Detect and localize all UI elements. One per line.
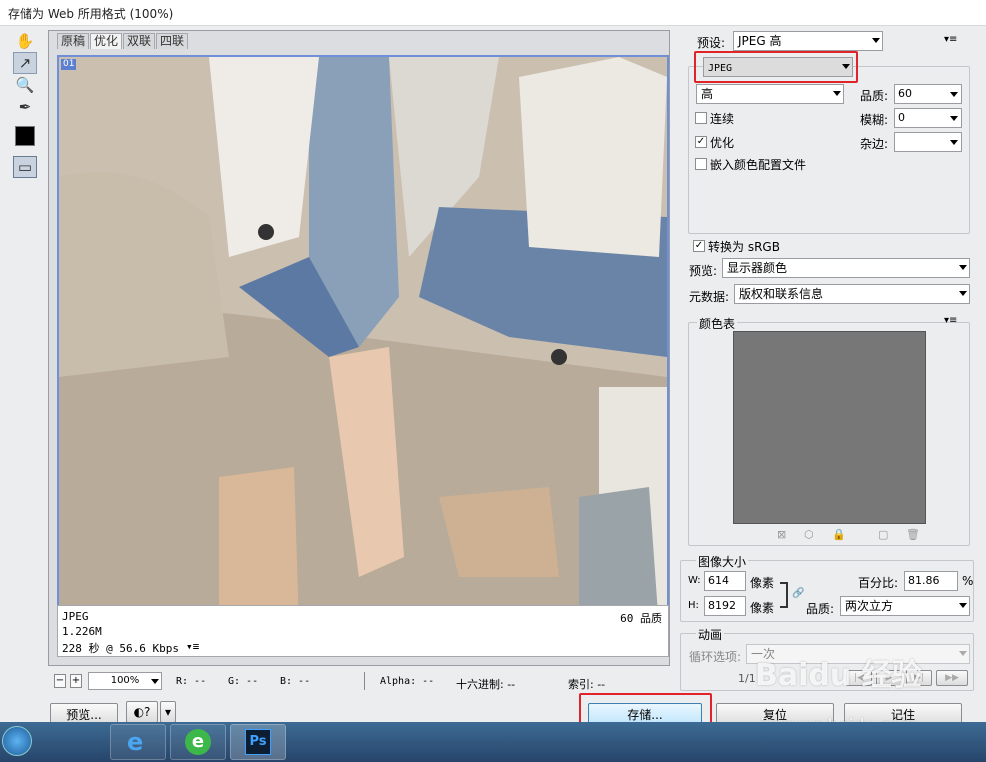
readout-hex: 十六进制: -- [456, 678, 516, 691]
info-file-size: 1.226M [62, 625, 102, 638]
frame-counter: 1/1 [738, 672, 756, 685]
percent-input[interactable]: 81.86 [904, 571, 958, 591]
slice-select-tool-icon[interactable]: ↗ [13, 52, 37, 74]
info-format: JPEG [62, 610, 89, 623]
srgb-checkbox[interactable]: ✓ [693, 240, 705, 252]
metadata-label: 元数据: [689, 290, 730, 304]
info-quality: 60 品质 [620, 612, 662, 625]
width-unit: 像素 [750, 576, 775, 590]
height-label: H: [688, 600, 699, 611]
zoom-select[interactable]: 100% [88, 672, 162, 690]
embed-profile-checkbox[interactable] [695, 158, 707, 170]
resample-select[interactable]: 两次立方 [840, 596, 970, 616]
constrain-bracket [780, 582, 788, 608]
optimization-info: JPEG 1.226M 228 秒 @ 56.6 Kbps ▾≡ 60 品质 [57, 605, 669, 657]
resample-label: 品质: [806, 602, 835, 616]
start-button-icon[interactable] [2, 726, 32, 756]
chevron-down-icon: ▾ [164, 705, 172, 719]
preview-area: 原稿 优化 双联 四联 01 JPEG 1.226M 228 秒 @ 56.6 … [48, 30, 670, 666]
preview-mode-label: 预览: [689, 264, 718, 278]
info-menu-icon[interactable]: ▾≡ [186, 640, 199, 653]
readout-g: G: -- [228, 676, 259, 687]
readout-alpha: Alpha: -- [380, 676, 435, 687]
preview-image[interactable]: 01 [57, 55, 669, 630]
progressive-label: 连续 [710, 112, 735, 126]
embed-profile-label: 嵌入颜色配置文件 [710, 158, 807, 172]
tab-optimized[interactable]: 优化 [90, 33, 123, 49]
tab-2up[interactable]: 双联 [123, 33, 156, 49]
browser-menu-button[interactable]: ▾ [160, 701, 176, 723]
quality-level-select[interactable]: 高 [696, 84, 844, 104]
optimized-label: 优化 [710, 136, 735, 150]
matte-label: 杂边: [860, 137, 889, 151]
link-icon[interactable]: 🔗 [792, 588, 804, 599]
view-tabs: 原稿 优化 双联 四联 [57, 33, 189, 49]
readout-index: 索引: -- [568, 678, 606, 691]
browser-icon: ◐? [133, 705, 151, 719]
preview-mode-select[interactable]: 显示器颜色 [722, 258, 970, 278]
animation-title: 动画 [696, 626, 725, 643]
zoom-tool-icon[interactable]: 🔍 [13, 74, 37, 96]
toggle-slices-icon[interactable]: ▭ [13, 156, 37, 178]
preset-label: 预设: [697, 36, 726, 50]
ie-icon[interactable]: e [110, 724, 166, 760]
loop-label: 循环选项: [689, 650, 742, 664]
preset-select[interactable]: JPEG 高 [733, 31, 883, 51]
title-bar: 存储为 Web 所用格式 (100%) [0, 0, 986, 26]
color-table-menu-icon[interactable]: ▾≡ [944, 315, 957, 326]
color-table-title: 颜色表 [697, 315, 738, 332]
color-table-swatches[interactable] [733, 331, 926, 524]
hand-tool-icon[interactable]: ✋ [13, 30, 37, 52]
percent-label: 百分比: [858, 576, 899, 590]
eyedropper-color-swatch[interactable] [15, 126, 35, 146]
map-color-icon[interactable]: ⊠ [777, 528, 786, 541]
web-snap-icon[interactable]: ⬡ [804, 528, 814, 541]
width-label: W: [688, 575, 701, 586]
height-unit: 像素 [750, 601, 775, 615]
optimize-menu-icon[interactable]: ▾≡ [944, 34, 957, 45]
last-frame-button[interactable]: ▶▶ [936, 670, 968, 686]
zoom-out-button[interactable]: − [54, 674, 66, 688]
blur-label: 模糊: [860, 113, 889, 127]
taskbar: e e Ps [0, 722, 986, 762]
highlight-save [579, 693, 712, 724]
readout-b: B: -- [280, 676, 311, 687]
blur-input[interactable]: 0 [894, 108, 962, 128]
metadata-select[interactable]: 版权和联系信息 [734, 284, 970, 304]
trash-icon[interactable]: 🗑 [906, 528, 920, 541]
srgb-label: 转换为 sRGB [708, 240, 780, 254]
browser-green-icon[interactable]: e [170, 724, 226, 760]
watermark-logo: Baidu 经验 [755, 658, 922, 693]
highlight-format [694, 51, 858, 83]
quality-label: 品质: [860, 89, 889, 103]
readout-r: R: -- [176, 676, 207, 687]
progressive-checkbox[interactable] [695, 112, 707, 124]
browser-preview-button[interactable]: ◐? [126, 701, 158, 723]
photo-illustration [59, 57, 667, 628]
width-input[interactable]: 614 [704, 571, 746, 591]
tab-original[interactable]: 原稿 [57, 33, 90, 49]
toolbox: ✋ ↗ 🔍 ✒ ▭ [8, 28, 42, 688]
zoom-in-button[interactable]: + [70, 674, 82, 688]
divider [364, 672, 365, 690]
quality-input[interactable]: 60 [894, 84, 962, 104]
height-input[interactable]: 8192 [704, 596, 746, 616]
matte-select[interactable] [894, 132, 962, 152]
tab-4up[interactable]: 四联 [156, 33, 189, 49]
photoshop-icon[interactable]: Ps [230, 724, 286, 760]
info-download-time: 228 秒 @ 56.6 Kbps [62, 642, 179, 655]
optimized-checkbox[interactable]: ✓ [695, 136, 707, 148]
new-color-icon[interactable]: ▢ [878, 528, 888, 541]
slice-badge: 01 [61, 59, 77, 70]
eyedropper-tool-icon[interactable]: ✒ [13, 96, 37, 118]
lock-color-icon[interactable]: 🔒 [832, 528, 846, 541]
window-title: 存储为 Web 所用格式 (100%) [8, 7, 174, 21]
percent-unit: % [962, 574, 974, 588]
image-size-title: 图像大小 [696, 553, 749, 570]
